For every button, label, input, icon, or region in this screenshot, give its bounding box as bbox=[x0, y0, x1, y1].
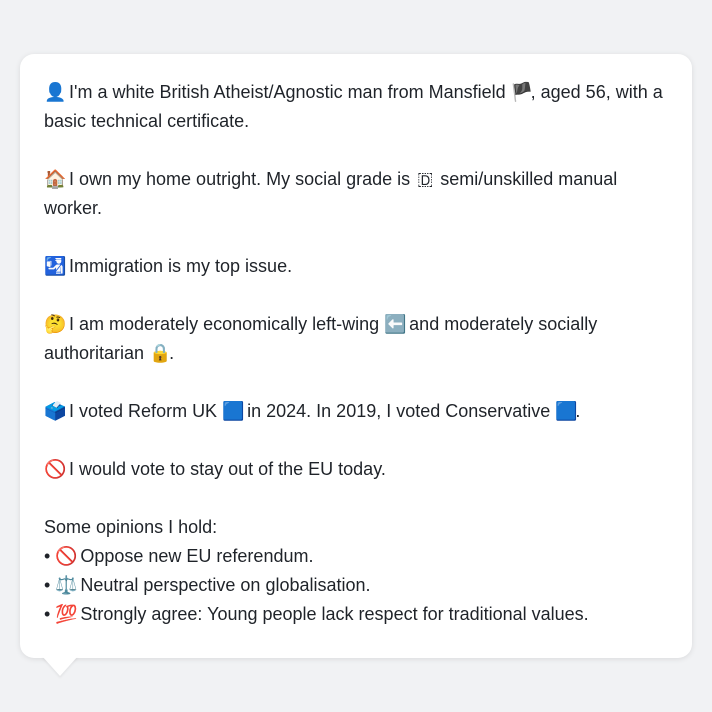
left-arrow-icon: ⬅️ bbox=[384, 314, 407, 335]
profile-text: I'm a white British Atheist/Agnostic man… bbox=[69, 82, 506, 102]
home-text: I own my home outright. My social grade … bbox=[69, 169, 411, 189]
ideology-line: 🤔 I am moderately economically left-wing… bbox=[44, 310, 668, 368]
profile-line: 👤 I'm a white British Atheist/Agnostic m… bbox=[44, 78, 668, 136]
opinions-section: Some opinions I hold: • 🚫 Oppose new EU … bbox=[44, 513, 668, 629]
top-issue-text: Immigration is my top issue. bbox=[69, 256, 293, 276]
opinions-list: • 🚫 Oppose new EU referendum. • ⚖️ Neutr… bbox=[44, 542, 668, 629]
opinions-heading: Some opinions I hold: bbox=[44, 517, 218, 537]
chat-message-bubble: 👤 I'm a white British Atheist/Agnostic m… bbox=[20, 54, 692, 658]
top-issue-line: 🛂 Immigration is my top issue. bbox=[44, 252, 668, 281]
eu-line: 🚫 I would vote to stay out of the EU tod… bbox=[44, 455, 668, 484]
ideology-text: I am moderately economically left-wing bbox=[69, 314, 380, 334]
bubble-tail bbox=[42, 656, 78, 676]
list-item: • ⚖️ Neutral perspective on globalisatio… bbox=[44, 571, 668, 600]
list-item: • 🚫 Oppose new EU referendum. bbox=[44, 542, 668, 571]
opinion-text: Oppose new EU referendum. bbox=[80, 546, 314, 566]
opinion-text: Strongly agree: Young people lack respec… bbox=[80, 604, 589, 624]
thinking-face-icon: 🤔 bbox=[44, 314, 67, 335]
list-item: • 💯 Strongly agree: Young people lack re… bbox=[44, 600, 668, 629]
ideology-text-end: . bbox=[169, 343, 175, 363]
vote-text: I voted Reform UK bbox=[69, 401, 218, 421]
balance-scale-icon: ⚖️ bbox=[55, 575, 78, 596]
bullet: • bbox=[44, 546, 51, 566]
home-line: 🏠 I own my home outright. My social grad… bbox=[44, 165, 668, 223]
bullet: • bbox=[44, 575, 51, 595]
blue-square-icon: 🟦 bbox=[222, 401, 245, 422]
england-flag-icon: 🏴 bbox=[510, 82, 534, 103]
opinion-text: Neutral perspective on globalisation. bbox=[80, 575, 371, 595]
vote-text-middle: in 2024. In 2019, I voted Conservative bbox=[247, 401, 551, 421]
eu-text: I would vote to stay out of the EU today… bbox=[69, 459, 386, 479]
hundred-points-icon: 💯 bbox=[55, 604, 78, 625]
house-icon: 🏠 bbox=[44, 169, 67, 190]
blue-square-icon: 🟦 bbox=[555, 401, 578, 422]
ballot-box-icon: 🗳️ bbox=[44, 401, 67, 422]
person-icon: 👤 bbox=[44, 82, 67, 103]
grade-d-icon: 🇩 bbox=[417, 169, 434, 190]
lock-icon: 🔒 bbox=[149, 343, 172, 364]
vote-line: 🗳️ I voted Reform UK 🟦 in 2024. In 2019,… bbox=[44, 397, 668, 426]
prohibited-icon: 🚫 bbox=[44, 459, 67, 480]
bullet: • bbox=[44, 604, 51, 624]
prohibited-icon: 🚫 bbox=[55, 546, 78, 567]
vote-text-end: . bbox=[575, 401, 581, 421]
passport-control-icon: 🛂 bbox=[44, 256, 67, 277]
